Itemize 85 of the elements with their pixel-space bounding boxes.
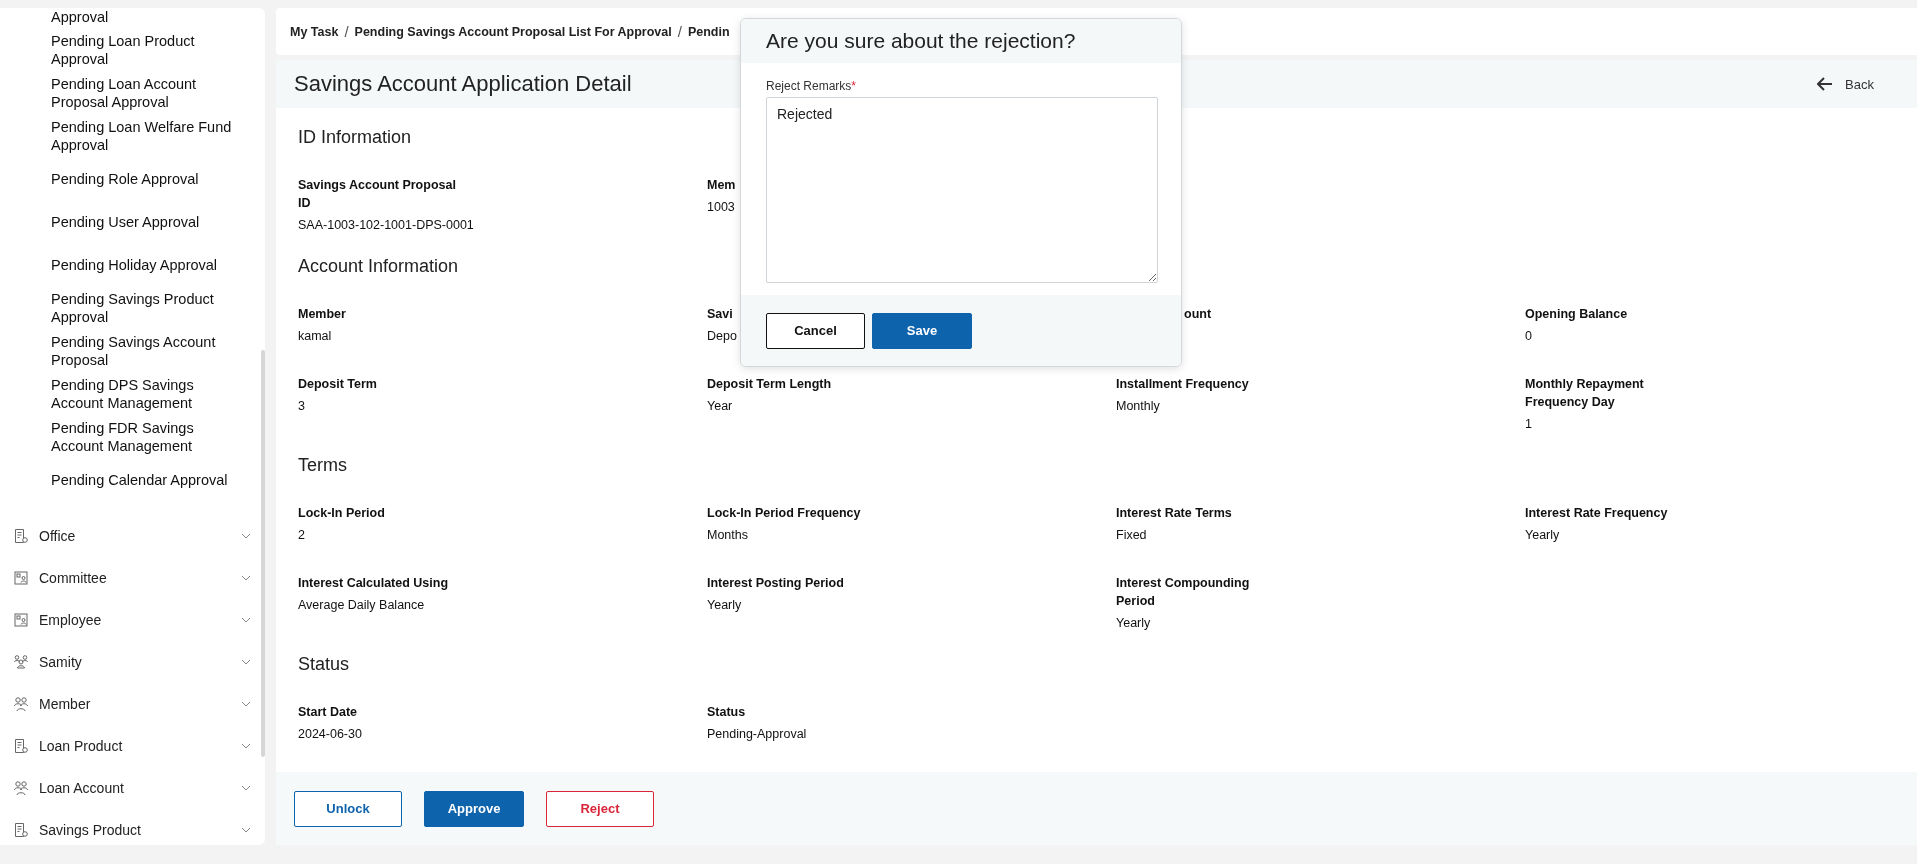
field-label: Monthly Repayment Frequency Day — [1525, 376, 1645, 411]
field-label: Interest Compounding Period — [1116, 575, 1251, 610]
sidebar-menu-item[interactable]: Committee — [0, 557, 265, 599]
field-value: Monthly — [1116, 398, 1160, 415]
field-label: Member — [298, 306, 346, 323]
section-heading: Status — [298, 653, 350, 676]
dialog-button[interactable]: Cancel — [766, 312, 865, 349]
breadcrumb-link[interactable]: My Task — [290, 24, 339, 39]
field-value: Pending-Approval — [707, 726, 807, 743]
section-heading: ID Information — [298, 126, 412, 149]
document-gear-icon — [13, 528, 29, 544]
action-button[interactable]: Approve — [424, 790, 524, 827]
field-label: Status — [707, 704, 746, 721]
people-icon — [13, 780, 29, 796]
sidebar-item[interactable]: Pending Loan Account Proposal Approval — [51, 74, 235, 111]
dialog-title: Are you sure about the rejection? — [766, 29, 1076, 54]
field-label: Start Date — [298, 704, 358, 721]
sidebar-menu-item[interactable]: Loan Product — [0, 725, 265, 767]
back-link[interactable]: Back — [1817, 76, 1874, 92]
id-card-icon — [13, 612, 29, 628]
sidebar-item[interactable]: Pending Loan Welfare Fund Approval — [51, 117, 235, 154]
document-gear-icon — [13, 738, 29, 754]
breadcrumb-separator: / — [677, 23, 682, 40]
dialog-button[interactable]: Save — [872, 312, 972, 349]
action-button[interactable]: Unlock — [294, 790, 402, 827]
field-value: Year — [707, 398, 733, 415]
field-label: Lock-In Period Frequency — [707, 505, 861, 522]
people-icon — [13, 696, 29, 712]
field-value: 1 — [1525, 416, 1532, 433]
field-label: Interest Calculated Using — [298, 575, 449, 592]
field-value: kamal — [298, 328, 332, 345]
remarks-input[interactable]: Rejected — [766, 97, 1158, 284]
field-label: Savi — [707, 306, 733, 323]
sidebar-menu-item[interactable]: Loan Account — [0, 767, 265, 809]
section-heading: Account Information — [298, 255, 459, 278]
arrow-left-icon — [1817, 77, 1834, 91]
field-value: 2024-06-30 — [298, 726, 362, 743]
field-label: Installment Frequency — [1116, 376, 1249, 393]
sidebar-item[interactable]: Pending Role Approval — [51, 169, 199, 188]
page-title: Savings Account Application Detail — [294, 71, 632, 97]
field-value: Yearly — [707, 597, 742, 614]
action-button[interactable]: Reject — [546, 790, 654, 827]
sidebar-item[interactable]: Pending User Approval — [51, 212, 200, 231]
field-label: ount — [1184, 306, 1212, 323]
field-value: Months — [707, 527, 748, 544]
field-label: Interest Rate Terms — [1116, 505, 1232, 522]
field-value: Fixed — [1116, 527, 1147, 544]
sidebar-item[interactable]: Pending Savings Account Proposal — [51, 332, 235, 369]
field-label: Deposit Term Length — [707, 376, 832, 393]
sidebar-item[interactable]: Pending Calendar Approval — [51, 470, 228, 489]
sidebar-menu-item[interactable]: Member — [0, 683, 265, 725]
sidebar-item[interactable]: Pending DPS Savings Account Management — [51, 375, 235, 412]
group-icon — [13, 654, 29, 670]
field-value: 1003 — [707, 199, 735, 216]
field-label: Deposit Term — [298, 376, 377, 393]
breadcrumb-separator: / — [344, 23, 349, 40]
field-value: 0 — [1525, 328, 1532, 345]
field-label: Savings Account Proposal ID — [298, 177, 457, 212]
field-value: 3 — [298, 398, 305, 415]
document-gear-icon — [13, 822, 29, 838]
field-value: Average Daily Balance — [298, 597, 425, 614]
sidebar-item[interactable]: Pending Savings Product Approval — [51, 289, 235, 326]
sidebar-item[interactable]: Approval — [51, 8, 109, 26]
field-label: Lock-In Period — [298, 505, 385, 522]
sidebar-menu-item[interactable]: Employee — [0, 599, 265, 641]
section-heading: Terms — [298, 454, 347, 477]
field-value: SAA-1003-102-1001-DPS-0001 — [298, 217, 474, 234]
field-value: 2 — [298, 527, 305, 544]
sidebar-menu-item[interactable]: Office — [0, 515, 265, 557]
breadcrumb-link[interactable]: Pendin — [687, 24, 730, 39]
id-card-icon — [13, 570, 29, 586]
sidebar-item[interactable]: Pending Holiday Approval — [51, 255, 218, 274]
field-value: Yearly — [1116, 615, 1151, 632]
sidebar-item[interactable]: Pending FDR Savings Account Management — [51, 418, 235, 455]
field-label: Interest Rate Frequency — [1525, 505, 1668, 522]
sidebar-item[interactable]: Pending Loan Product Approval — [51, 31, 235, 68]
field-value: Yearly — [1525, 527, 1560, 544]
sidebar-menu-item[interactable]: Samity — [0, 641, 265, 683]
field-label: Mem — [707, 177, 736, 194]
sidebar-menu-item[interactable]: Savings Product — [0, 809, 265, 851]
field-label: Reject Remarks* — [766, 79, 858, 94]
field-label: Opening Balance — [1525, 306, 1628, 323]
field-value: Depo — [707, 328, 737, 345]
breadcrumb-link[interactable]: Pending Savings Account Proposal List For Approval — [354, 24, 672, 39]
field-label: Interest Posting Period — [707, 575, 844, 592]
